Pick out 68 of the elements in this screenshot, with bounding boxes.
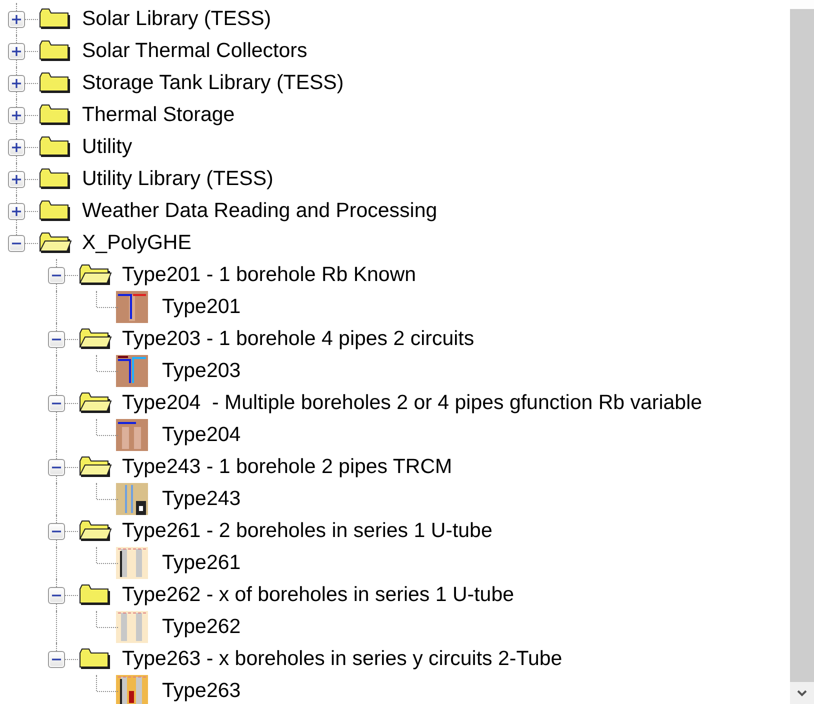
collapse-button[interactable] [48, 395, 65, 412]
component-icon [116, 483, 148, 515]
expand-button[interactable] [8, 75, 25, 92]
folder-label[interactable]: Type261 - 2 boreholes in series 1 U-tube [122, 521, 492, 541]
folder-icon [78, 519, 112, 543]
plus-icon [12, 47, 21, 56]
folder-label[interactable]: Weather Data Reading and Processing [82, 201, 438, 221]
folder-icon [38, 39, 72, 63]
folder-icon [38, 135, 72, 159]
folder-label[interactable]: Type243 - 1 borehole 2 pipes TRCM [122, 457, 452, 477]
component-label[interactable]: Type201 [162, 297, 241, 317]
folder-label[interactable]: Solar Thermal Collectors [82, 41, 308, 61]
folder-icon [78, 583, 112, 607]
expand-button[interactable] [8, 203, 25, 220]
collapse-button[interactable] [48, 651, 65, 668]
scroll-down-button[interactable] [790, 682, 814, 704]
component-icon [116, 547, 148, 579]
component-icon [116, 419, 148, 451]
folder-icon [78, 455, 112, 479]
plus-icon [12, 79, 21, 88]
collapse-button[interactable] [48, 523, 65, 540]
folder-label[interactable]: Solar Library (TESS) [82, 9, 272, 29]
collapse-button[interactable] [8, 235, 25, 252]
folder-icon [38, 231, 72, 255]
component-label[interactable]: Type203 [162, 361, 241, 381]
component-icon [116, 675, 148, 704]
folder-label[interactable]: Utility [82, 137, 132, 157]
expand-button[interactable] [8, 11, 25, 28]
folder-label[interactable]: Type203 - 1 borehole 4 pipes 2 circuits [122, 329, 474, 349]
folder-label[interactable]: Storage Tank Library (TESS) [82, 73, 344, 93]
component-label[interactable]: Type263 [162, 681, 241, 701]
folder-icon [38, 71, 72, 95]
folder-label[interactable]: Type263 - x boreholes in series y circuits 2-Tube [122, 649, 562, 669]
component-icon [116, 291, 148, 323]
plus-icon [12, 175, 21, 184]
expand-button[interactable] [8, 139, 25, 156]
plus-icon [12, 111, 21, 120]
folder-label[interactable]: Type201 - 1 borehole Rb Known [122, 265, 416, 285]
collapse-button[interactable] [48, 459, 65, 476]
plus-icon [12, 143, 21, 152]
folder-label[interactable]: Utility Library (TESS) [82, 169, 274, 189]
component-label[interactable]: Type243 [162, 489, 241, 509]
collapse-button[interactable] [48, 331, 65, 348]
folder-icon [38, 199, 72, 223]
component-label[interactable]: Type261 [162, 553, 241, 573]
folder-icon [38, 103, 72, 127]
plus-icon [12, 207, 21, 216]
component-label[interactable]: Type262 [162, 617, 241, 637]
component-icon [116, 611, 148, 643]
expand-button[interactable] [8, 107, 25, 124]
component-label[interactable]: Type204 [162, 425, 241, 445]
folder-icon [38, 167, 72, 191]
folder-label[interactable]: Thermal Storage [82, 105, 235, 125]
folder-icon [38, 7, 72, 31]
expand-button[interactable] [8, 171, 25, 188]
folder-icon [78, 327, 112, 351]
collapse-button[interactable] [48, 587, 65, 604]
collapse-button[interactable] [48, 267, 65, 284]
plus-icon [12, 15, 21, 24]
folder-label[interactable]: Type262 - x of boreholes in series 1 U-tube [122, 585, 514, 605]
folder-label[interactable]: X_PolyGHE [82, 233, 192, 253]
folder-icon [78, 391, 112, 415]
chevron-down-icon [797, 690, 807, 696]
folder-icon [78, 647, 112, 671]
component-icon [116, 355, 148, 387]
folder-icon [78, 263, 112, 287]
expand-button[interactable] [8, 43, 25, 60]
folder-label[interactable]: Type204 - Multiple boreholes 2 or 4 pipes gfunction Rb variable [122, 393, 702, 413]
